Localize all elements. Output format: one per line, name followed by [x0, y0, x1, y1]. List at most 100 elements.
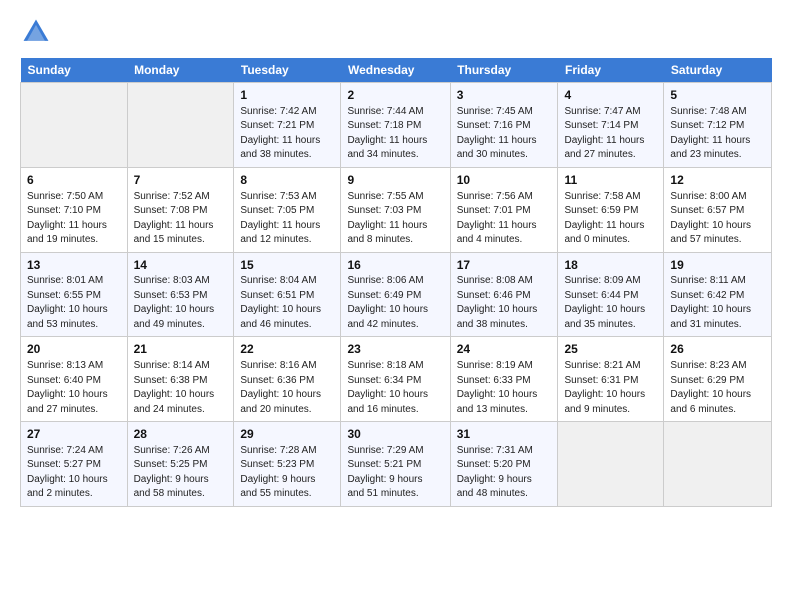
calendar-cell: 31Sunrise: 7:31 AM Sunset: 5:20 PM Dayli… — [450, 422, 558, 507]
page: SundayMondayTuesdayWednesdayThursdayFrid… — [0, 0, 792, 612]
day-number: 8 — [240, 172, 334, 189]
day-number: 23 — [347, 341, 443, 358]
day-info: Sunrise: 8:23 AM Sunset: 6:29 PM Dayligh… — [670, 359, 765, 417]
day-info: Sunrise: 8:14 AM Sunset: 6:38 PM Dayligh… — [134, 359, 228, 417]
calendar-cell: 25Sunrise: 8:21 AM Sunset: 6:31 PM Dayli… — [558, 337, 664, 422]
day-info: Sunrise: 8:18 AM Sunset: 6:34 PM Dayligh… — [347, 359, 443, 417]
calendar-cell: 26Sunrise: 8:23 AM Sunset: 6:29 PM Dayli… — [664, 337, 772, 422]
day-info: Sunrise: 7:58 AM Sunset: 6:59 PM Dayligh… — [564, 190, 657, 248]
calendar-table: SundayMondayTuesdayWednesdayThursdayFrid… — [20, 58, 772, 507]
day-number: 12 — [670, 172, 765, 189]
calendar-cell: 28Sunrise: 7:26 AM Sunset: 5:25 PM Dayli… — [127, 422, 234, 507]
day-of-week-header: Friday — [558, 58, 664, 83]
day-number: 9 — [347, 172, 443, 189]
calendar-cell: 19Sunrise: 8:11 AM Sunset: 6:42 PM Dayli… — [664, 252, 772, 337]
day-info: Sunrise: 7:52 AM Sunset: 7:08 PM Dayligh… — [134, 190, 228, 248]
day-info: Sunrise: 7:48 AM Sunset: 7:12 PM Dayligh… — [670, 105, 765, 163]
day-number: 30 — [347, 426, 443, 443]
day-number: 10 — [457, 172, 552, 189]
calendar-cell — [21, 83, 128, 168]
day-info: Sunrise: 8:03 AM Sunset: 6:53 PM Dayligh… — [134, 274, 228, 332]
calendar-cell: 16Sunrise: 8:06 AM Sunset: 6:49 PM Dayli… — [341, 252, 450, 337]
day-info: Sunrise: 7:44 AM Sunset: 7:18 PM Dayligh… — [347, 105, 443, 163]
day-number: 29 — [240, 426, 334, 443]
day-info: Sunrise: 8:01 AM Sunset: 6:55 PM Dayligh… — [27, 274, 121, 332]
day-number: 31 — [457, 426, 552, 443]
day-number: 20 — [27, 341, 121, 358]
calendar-week-row: 6Sunrise: 7:50 AM Sunset: 7:10 PM Daylig… — [21, 167, 772, 252]
calendar-cell: 18Sunrise: 8:09 AM Sunset: 6:44 PM Dayli… — [558, 252, 664, 337]
day-info: Sunrise: 7:42 AM Sunset: 7:21 PM Dayligh… — [240, 105, 334, 163]
day-number: 11 — [564, 172, 657, 189]
day-number: 7 — [134, 172, 228, 189]
calendar-cell: 30Sunrise: 7:29 AM Sunset: 5:21 PM Dayli… — [341, 422, 450, 507]
day-info: Sunrise: 7:56 AM Sunset: 7:01 PM Dayligh… — [457, 190, 552, 248]
day-info: Sunrise: 8:09 AM Sunset: 6:44 PM Dayligh… — [564, 274, 657, 332]
calendar-cell: 1Sunrise: 7:42 AM Sunset: 7:21 PM Daylig… — [234, 83, 341, 168]
calendar-cell: 8Sunrise: 7:53 AM Sunset: 7:05 PM Daylig… — [234, 167, 341, 252]
calendar-cell: 20Sunrise: 8:13 AM Sunset: 6:40 PM Dayli… — [21, 337, 128, 422]
calendar-cell — [558, 422, 664, 507]
day-number: 27 — [27, 426, 121, 443]
day-info: Sunrise: 8:16 AM Sunset: 6:36 PM Dayligh… — [240, 359, 334, 417]
day-of-week-header: Wednesday — [341, 58, 450, 83]
day-number: 21 — [134, 341, 228, 358]
calendar-header-row: SundayMondayTuesdayWednesdayThursdayFrid… — [21, 58, 772, 83]
logo — [20, 16, 56, 48]
calendar-week-row: 1Sunrise: 7:42 AM Sunset: 7:21 PM Daylig… — [21, 83, 772, 168]
calendar-cell: 4Sunrise: 7:47 AM Sunset: 7:14 PM Daylig… — [558, 83, 664, 168]
calendar-week-row: 20Sunrise: 8:13 AM Sunset: 6:40 PM Dayli… — [21, 337, 772, 422]
day-number: 25 — [564, 341, 657, 358]
day-info: Sunrise: 8:06 AM Sunset: 6:49 PM Dayligh… — [347, 274, 443, 332]
day-info: Sunrise: 7:24 AM Sunset: 5:27 PM Dayligh… — [27, 444, 121, 502]
calendar-week-row: 13Sunrise: 8:01 AM Sunset: 6:55 PM Dayli… — [21, 252, 772, 337]
day-info: Sunrise: 7:29 AM Sunset: 5:21 PM Dayligh… — [347, 444, 443, 502]
day-number: 17 — [457, 257, 552, 274]
calendar-cell: 11Sunrise: 7:58 AM Sunset: 6:59 PM Dayli… — [558, 167, 664, 252]
day-info: Sunrise: 8:04 AM Sunset: 6:51 PM Dayligh… — [240, 274, 334, 332]
calendar-cell: 14Sunrise: 8:03 AM Sunset: 6:53 PM Dayli… — [127, 252, 234, 337]
day-info: Sunrise: 8:08 AM Sunset: 6:46 PM Dayligh… — [457, 274, 552, 332]
day-info: Sunrise: 7:31 AM Sunset: 5:20 PM Dayligh… — [457, 444, 552, 502]
day-of-week-header: Saturday — [664, 58, 772, 83]
day-number: 16 — [347, 257, 443, 274]
day-of-week-header: Thursday — [450, 58, 558, 83]
day-number: 26 — [670, 341, 765, 358]
day-number: 14 — [134, 257, 228, 274]
day-number: 5 — [670, 87, 765, 104]
day-info: Sunrise: 7:53 AM Sunset: 7:05 PM Dayligh… — [240, 190, 334, 248]
day-of-week-header: Monday — [127, 58, 234, 83]
day-number: 15 — [240, 257, 334, 274]
calendar-cell: 6Sunrise: 7:50 AM Sunset: 7:10 PM Daylig… — [21, 167, 128, 252]
day-info: Sunrise: 8:19 AM Sunset: 6:33 PM Dayligh… — [457, 359, 552, 417]
day-number: 2 — [347, 87, 443, 104]
calendar-cell: 27Sunrise: 7:24 AM Sunset: 5:27 PM Dayli… — [21, 422, 128, 507]
calendar-cell: 3Sunrise: 7:45 AM Sunset: 7:16 PM Daylig… — [450, 83, 558, 168]
day-info: Sunrise: 7:28 AM Sunset: 5:23 PM Dayligh… — [240, 444, 334, 502]
day-number: 22 — [240, 341, 334, 358]
day-info: Sunrise: 8:21 AM Sunset: 6:31 PM Dayligh… — [564, 359, 657, 417]
calendar-cell: 29Sunrise: 7:28 AM Sunset: 5:23 PM Dayli… — [234, 422, 341, 507]
day-number: 3 — [457, 87, 552, 104]
calendar-cell — [127, 83, 234, 168]
header — [20, 16, 772, 48]
day-info: Sunrise: 7:50 AM Sunset: 7:10 PM Dayligh… — [27, 190, 121, 248]
calendar-cell: 12Sunrise: 8:00 AM Sunset: 6:57 PM Dayli… — [664, 167, 772, 252]
day-info: Sunrise: 7:55 AM Sunset: 7:03 PM Dayligh… — [347, 190, 443, 248]
day-info: Sunrise: 8:13 AM Sunset: 6:40 PM Dayligh… — [27, 359, 121, 417]
calendar-cell: 2Sunrise: 7:44 AM Sunset: 7:18 PM Daylig… — [341, 83, 450, 168]
day-number: 28 — [134, 426, 228, 443]
day-number: 19 — [670, 257, 765, 274]
day-number: 24 — [457, 341, 552, 358]
calendar-cell: 21Sunrise: 8:14 AM Sunset: 6:38 PM Dayli… — [127, 337, 234, 422]
calendar-cell: 24Sunrise: 8:19 AM Sunset: 6:33 PM Dayli… — [450, 337, 558, 422]
day-number: 6 — [27, 172, 121, 189]
calendar-cell: 7Sunrise: 7:52 AM Sunset: 7:08 PM Daylig… — [127, 167, 234, 252]
calendar-cell — [664, 422, 772, 507]
day-number: 4 — [564, 87, 657, 104]
day-number: 1 — [240, 87, 334, 104]
calendar-cell: 13Sunrise: 8:01 AM Sunset: 6:55 PM Dayli… — [21, 252, 128, 337]
day-info: Sunrise: 7:47 AM Sunset: 7:14 PM Dayligh… — [564, 105, 657, 163]
day-info: Sunrise: 7:45 AM Sunset: 7:16 PM Dayligh… — [457, 105, 552, 163]
calendar-cell: 10Sunrise: 7:56 AM Sunset: 7:01 PM Dayli… — [450, 167, 558, 252]
